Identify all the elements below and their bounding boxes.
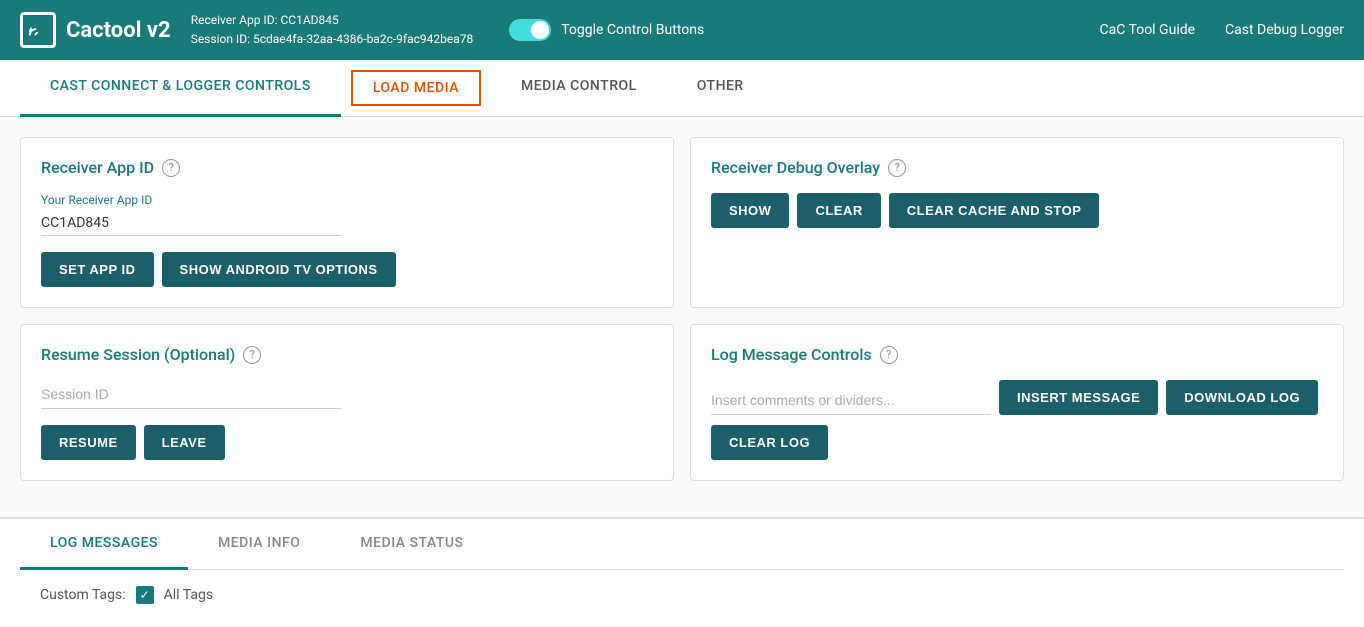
receiver-app-id-title: Receiver App ID ? [41, 158, 653, 177]
tab-media-info[interactable]: MEDIA INFO [188, 519, 330, 570]
receiver-debug-card: Receiver Debug Overlay ? SHOW CLEAR CLEA… [690, 137, 1344, 308]
tab-log-messages[interactable]: LOG MESSAGES [20, 519, 188, 570]
receiver-app-id-info: Receiver App ID: CC1AD845 [191, 11, 474, 30]
main-content: Receiver App ID ? Your Receiver App ID C… [0, 117, 1364, 517]
session-id-input-container [41, 380, 341, 409]
receiver-debug-help-icon[interactable]: ? [888, 159, 906, 177]
show-button[interactable]: SHOW [711, 193, 789, 228]
download-log-button[interactable]: DOWNLOAD LOG [1166, 380, 1318, 415]
insert-message-button[interactable]: INSERT MESSAGE [999, 380, 1158, 415]
insert-message-input[interactable] [711, 386, 991, 415]
resume-button[interactable]: RESUME [41, 425, 136, 460]
receiver-app-id-card: Receiver App ID ? Your Receiver App ID C… [20, 137, 674, 308]
tab-other[interactable]: OTHER [667, 60, 774, 117]
all-tags-label: All Tags [164, 587, 213, 603]
receiver-app-id-input-label: Your Receiver App ID [41, 193, 341, 207]
cards-row-2: Resume Session (Optional) ? RESUME LEAVE… [20, 324, 1344, 481]
clear-log-container: CLEAR LOG [711, 425, 1323, 460]
log-message-help-icon[interactable]: ? [880, 346, 898, 364]
session-id-info: Session ID: 5cdae4fa-32aa-4386-ba2c-9fac… [191, 30, 474, 49]
cac-tool-guide-link[interactable]: CaC Tool Guide [1100, 22, 1196, 38]
set-app-id-button[interactable]: SET APP ID [41, 252, 154, 287]
receiver-app-id-value: CC1AD845 [41, 211, 341, 236]
logo: Cactool v2 [20, 12, 171, 48]
receiver-debug-btn-group: SHOW CLEAR CLEAR CACHE AND STOP [711, 193, 1323, 228]
log-message-title: Log Message Controls ? [711, 345, 1323, 364]
logo-icon [20, 12, 56, 48]
resume-session-card: Resume Session (Optional) ? RESUME LEAVE [20, 324, 674, 481]
app-header: Cactool v2 Receiver App ID: CC1AD845 Ses… [0, 0, 1364, 60]
header-info: Receiver App ID: CC1AD845 Session ID: 5c… [191, 11, 474, 49]
log-message-card: Log Message Controls ? INSERT MESSAGE DO… [690, 324, 1344, 481]
tab-cast-connect[interactable]: CAST CONNECT & LOGGER CONTROLS [20, 60, 341, 117]
receiver-app-id-input-container: Your Receiver App ID CC1AD845 [41, 193, 341, 236]
receiver-debug-title: Receiver Debug Overlay ? [711, 158, 1323, 177]
toggle-label: Toggle Control Buttons [561, 22, 704, 38]
log-message-btn-group: INSERT MESSAGE DOWNLOAD LOG [999, 380, 1318, 415]
session-id-input[interactable] [41, 380, 341, 409]
cards-row-1: Receiver App ID ? Your Receiver App ID C… [20, 137, 1344, 308]
receiver-app-id-help-icon[interactable]: ? [162, 159, 180, 177]
receiver-app-btn-group: SET APP ID SHOW ANDROID TV OPTIONS [41, 252, 653, 287]
clear-button[interactable]: CLEAR [797, 193, 880, 228]
main-nav: CAST CONNECT & LOGGER CONTROLS LOAD MEDI… [0, 60, 1364, 117]
custom-tags-section: Custom Tags: All Tags [20, 570, 1344, 620]
resume-session-btn-group: RESUME LEAVE [41, 425, 653, 460]
tab-load-media[interactable]: LOAD MEDIA [351, 70, 481, 106]
show-android-tv-button[interactable]: SHOW ANDROID TV OPTIONS [162, 252, 396, 287]
clear-log-button[interactable]: CLEAR LOG [711, 425, 828, 460]
cast-debug-logger-link[interactable]: Cast Debug Logger [1225, 22, 1344, 38]
all-tags-checkbox[interactable] [136, 586, 154, 604]
leave-button[interactable]: LEAVE [144, 425, 225, 460]
clear-cache-stop-button[interactable]: CLEAR CACHE AND STOP [889, 193, 1100, 228]
toggle-control[interactable]: Toggle Control Buttons [509, 19, 704, 41]
custom-tags-label: Custom Tags: [40, 587, 126, 603]
resume-session-help-icon[interactable]: ? [243, 346, 261, 364]
tab-media-status[interactable]: MEDIA STATUS [330, 519, 493, 570]
bottom-tabs: LOG MESSAGES MEDIA INFO MEDIA STATUS [20, 519, 1344, 570]
header-links: CaC Tool Guide Cast Debug Logger [1100, 22, 1345, 38]
tab-media-control[interactable]: MEDIA CONTROL [491, 60, 667, 117]
toggle-switch[interactable] [509, 19, 551, 41]
resume-session-title: Resume Session (Optional) ? [41, 345, 653, 364]
bottom-section: LOG MESSAGES MEDIA INFO MEDIA STATUS Cus… [0, 518, 1364, 620]
logo-text: Cactool v2 [66, 18, 171, 43]
